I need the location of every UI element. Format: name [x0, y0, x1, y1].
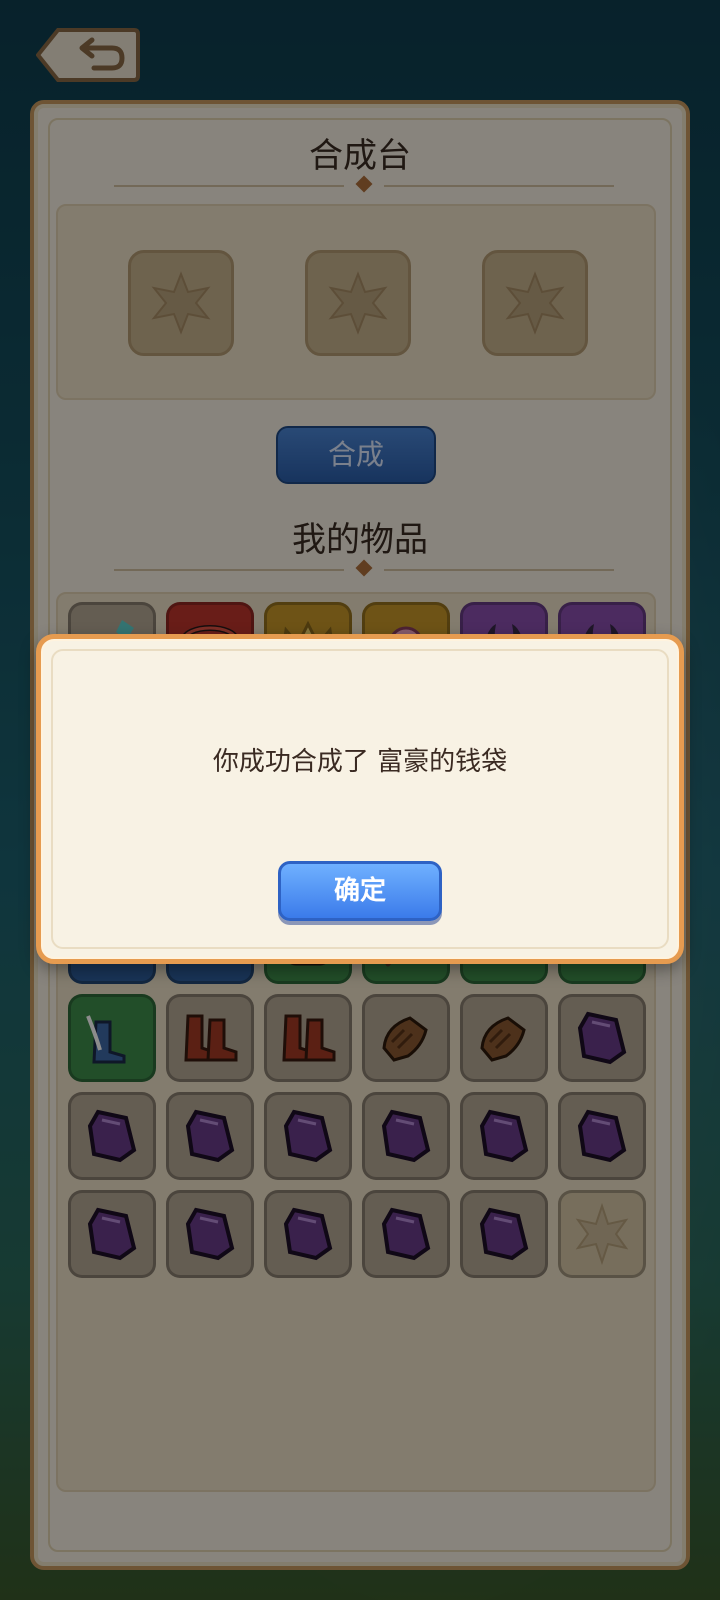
dialog-message: 你成功合成了 富豪的钱袋	[212, 747, 508, 777]
result-dialog: 你成功合成了 富豪的钱袋 确定	[36, 634, 684, 964]
confirm-button[interactable]: 确定	[278, 861, 442, 921]
